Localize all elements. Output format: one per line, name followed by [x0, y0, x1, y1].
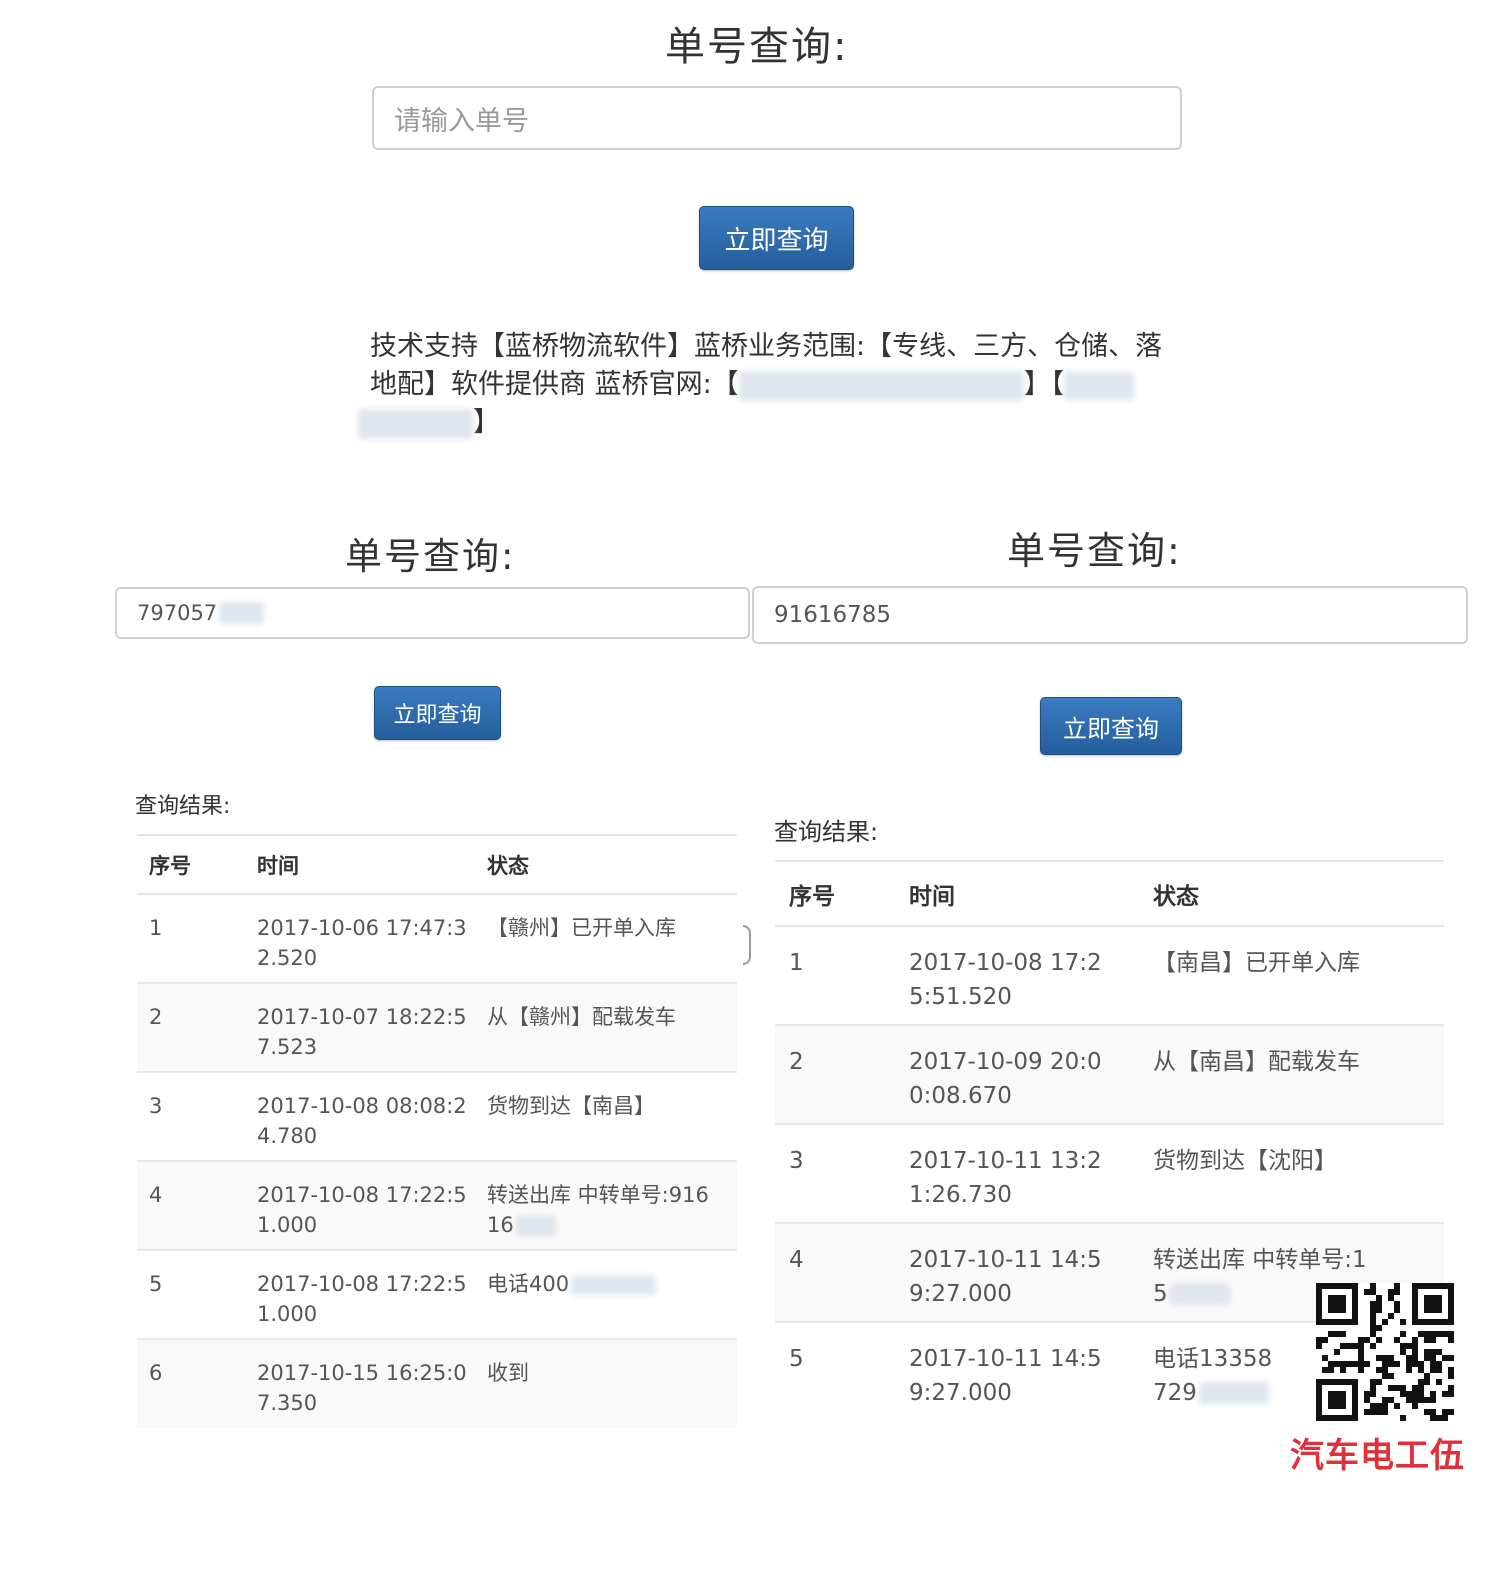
table-row: 4 2017-10-08 17:22:5 1.000 转送出库 中转单号:916 1…	[137, 1160, 737, 1251]
cell-no: 5	[775, 1321, 895, 1422]
cell-status: 【南昌】已开单入库	[1153, 950, 1360, 977]
column-header: 状态	[475, 833, 737, 896]
support-line-3: 】	[358, 404, 1190, 442]
watermark-text: 汽车电工伍	[1290, 1436, 1465, 1476]
left-query-button[interactable]: 立即查询	[374, 686, 501, 740]
cell-no: 3	[775, 1123, 895, 1224]
table-row: 3 2017-10-11 13:2 1:26.730 货物到达【沈阳】	[775, 1123, 1444, 1224]
right-result-label: 查询结果:	[774, 818, 879, 846]
redacted-text	[515, 1216, 556, 1237]
left-heading: 单号查询:	[345, 535, 516, 578]
support-line-2-prefix: 地配】软件提供商 蓝桥官网:【	[370, 369, 739, 400]
left-input-blur	[219, 602, 265, 624]
cell-time: 2017-10-08 17:22:5 1.000	[245, 1249, 475, 1340]
column-header: 状态	[1139, 859, 1444, 928]
cell-time: 2017-10-11 14:5 9:27.000	[895, 1321, 1139, 1422]
cell-time: 2017-10-09 20:0 0:08.670	[895, 1024, 1139, 1125]
blurred-contact-2	[358, 408, 473, 439]
cell-no: 1	[149, 915, 163, 940]
cell-status: 【赣州】已开单入库	[487, 915, 676, 940]
left-table-header: 序号 时间 状态	[137, 833, 737, 896]
cell-status: 从【南昌】配载发车	[1139, 1024, 1444, 1125]
cell-time: 2017-10-11 14:5 9:27.000	[895, 1222, 1139, 1323]
cell-status: 货物到达【南昌】	[475, 1071, 737, 1162]
top-heading: 单号查询:	[665, 24, 849, 70]
cell-time: 2017-10-11 13:2 1:26.730	[895, 1123, 1139, 1224]
cell-no: 1	[789, 950, 804, 977]
support-line-2: 地配】软件提供商 蓝桥官网:【 】【	[370, 366, 1190, 404]
cell-status: 电话400	[475, 1249, 737, 1340]
support-line-1: 技术支持【蓝桥物流软件】蓝桥业务范围:【专线、三方、仓储、落	[370, 331, 1163, 362]
right-table-header: 序号 时间 状态	[775, 859, 1444, 928]
cell-no: 4	[775, 1222, 895, 1323]
cell-time: 2017-10-08 17:2 5:51.520	[909, 950, 1102, 1010]
top-query-button[interactable]: 立即查询	[699, 206, 854, 270]
cell-status: 转送出库 中转单号:916 16	[475, 1160, 737, 1251]
table-row: 6 2017-10-15 16:25:0 7.350 收到	[137, 1338, 737, 1429]
cell-no: 2	[775, 1024, 895, 1125]
cell-time: 2017-10-15 16:25:0 7.350	[245, 1338, 475, 1429]
cell-time: 2017-10-08 17:22:5 1.000	[245, 1160, 475, 1251]
cell-status: 收到	[475, 1338, 737, 1429]
table-row: 3 2017-10-08 08:08:2 4.780 货物到达【南昌】	[137, 1071, 737, 1162]
table-row: 2 2017-10-09 20:0 0:08.670 从【南昌】配载发车	[775, 1024, 1444, 1125]
support-line-3-close: 】	[473, 407, 500, 438]
right-tracking-input[interactable]: 91616785	[752, 586, 1468, 644]
left-result-label: 查询结果:	[135, 794, 231, 819]
cell-time: 2017-10-06 17:47:3 2.520	[257, 915, 467, 971]
cell-time: 2017-10-07 18:22:5 7.523	[245, 982, 475, 1073]
table-row: 5 2017-10-08 17:22:5 1.000 电话400	[137, 1249, 737, 1340]
right-query-button[interactable]: 立即查询	[1040, 697, 1182, 755]
table-row: 1 2017-10-08 17:2 5:51.520 【南昌】已开单入库	[775, 926, 1444, 1025]
cell-no: 5	[137, 1249, 245, 1340]
cell-time: 2017-10-08 08:08:2 4.780	[245, 1071, 475, 1162]
cell-status: 货物到达【沈阳】	[1139, 1123, 1444, 1224]
left-input-value: 797057	[137, 601, 218, 625]
redacted-text	[571, 1274, 657, 1295]
cell-status: 从【赣州】配载发车	[475, 982, 737, 1073]
column-header: 序号	[137, 833, 245, 896]
blurred-contact	[1064, 371, 1135, 400]
qr-code	[1316, 1283, 1454, 1421]
cell-no: 4	[137, 1160, 245, 1251]
right-heading: 单号查询:	[1007, 529, 1182, 573]
redacted-text	[1198, 1382, 1269, 1405]
column-header: 时间	[895, 859, 1139, 928]
blurred-url	[738, 370, 1024, 401]
column-header: 时间	[245, 833, 475, 896]
top-tracking-input[interactable]: 请输入单号	[372, 86, 1182, 150]
left-result-table: 序号 时间 状态 1 2017-10-06 17:47:3 2.520 【赣州】已开单入…	[137, 833, 737, 1429]
tech-support-text: 技术支持【蓝桥物流软件】蓝桥业务范围:【专线、三方、仓储、落 地配】软件提供商 …	[358, 328, 1190, 442]
redacted-text	[1169, 1283, 1230, 1306]
table-row: 2 2017-10-07 18:22:5 7.523 从【赣州】配载发车	[137, 982, 737, 1073]
left-tracking-input[interactable]: 797057	[115, 587, 750, 639]
cell-no: 6	[137, 1338, 245, 1429]
left-scroll-indicator	[743, 925, 751, 965]
cell-no: 2	[137, 982, 245, 1073]
support-bracket-close: 】【	[1023, 369, 1065, 400]
cell-no: 3	[137, 1071, 245, 1162]
table-row: 1 2017-10-06 17:47:3 2.520 【赣州】已开单入库	[137, 894, 737, 983]
column-header: 序号	[775, 859, 895, 928]
